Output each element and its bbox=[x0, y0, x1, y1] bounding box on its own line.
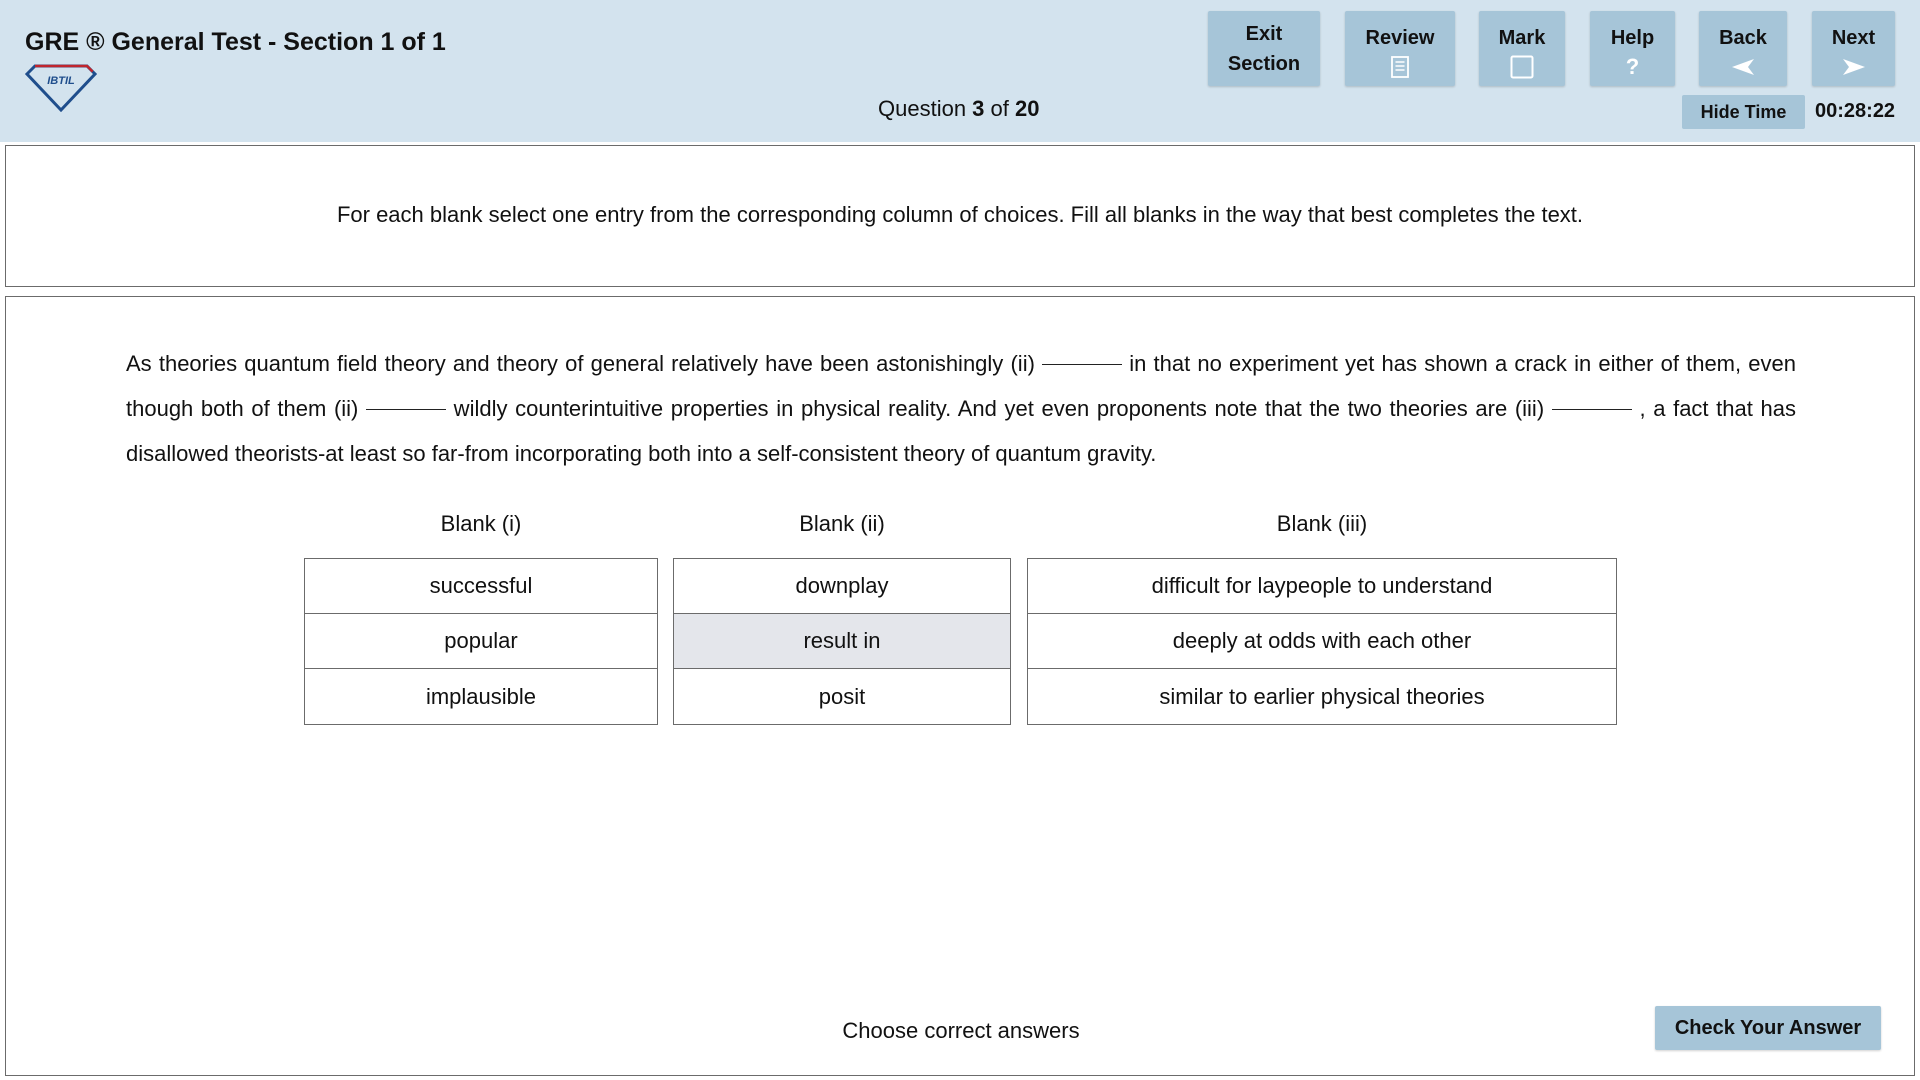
arrow-right-icon bbox=[1841, 53, 1867, 81]
back-button[interactable]: Back bbox=[1699, 11, 1787, 86]
instruction-panel: For each blank select one entry from the… bbox=[5, 145, 1915, 287]
mark-label: Mark bbox=[1498, 27, 1546, 49]
blank-i-choice[interactable]: successful bbox=[305, 559, 657, 614]
blank-line-3 bbox=[1551, 409, 1632, 410]
logo-text: IBTIL bbox=[47, 75, 75, 87]
help-label: Help bbox=[1610, 27, 1655, 49]
review-label: Review bbox=[1365, 27, 1435, 49]
blank-ii-choice[interactable]: downplay bbox=[674, 559, 1010, 614]
blank-line-1 bbox=[1042, 364, 1123, 365]
question-total: 20 bbox=[1015, 96, 1040, 121]
next-label: Next bbox=[1831, 27, 1876, 49]
arrow-left-icon bbox=[1730, 53, 1756, 81]
passage-part-1: As theories quantum field theory and the… bbox=[126, 351, 1043, 376]
help-button[interactable]: Help ? bbox=[1590, 11, 1675, 86]
exit-section-button[interactable]: Exit Section bbox=[1208, 11, 1320, 86]
blank-ii-choice[interactable]: result in bbox=[674, 614, 1010, 669]
hide-time-button[interactable]: Hide Time bbox=[1682, 95, 1805, 129]
question-mark-icon: ? bbox=[1625, 54, 1640, 79]
choose-answers-prompt: Choose correct answers bbox=[842, 1018, 1080, 1043]
blank-iii-choice[interactable]: difficult for laypeople to understand bbox=[1028, 559, 1616, 614]
question-counter-prefix: Question bbox=[878, 96, 973, 121]
blank-line-2 bbox=[366, 409, 447, 410]
blank-ii-choice[interactable]: posit bbox=[674, 669, 1010, 724]
exit-label-line1: Exit bbox=[1245, 23, 1283, 45]
ibtil-logo: IBTIL bbox=[25, 64, 97, 112]
instruction-text: For each blank select one entry from the… bbox=[336, 202, 1584, 227]
blank-i-choice[interactable]: popular bbox=[305, 614, 657, 669]
blank-i-choice[interactable]: implausible bbox=[305, 669, 657, 724]
blank-iii-choices: difficult for laypeople to understand de… bbox=[1027, 558, 1617, 725]
exit-label-line2: Section bbox=[1227, 53, 1301, 75]
exam-title: GRE ® General Test - Section 1 of 1 bbox=[25, 28, 446, 56]
passage-part-3: wildly counterintuitive properties in ph… bbox=[446, 396, 1552, 421]
blank-iii-choice[interactable]: similar to earlier physical theories bbox=[1028, 669, 1616, 724]
blank-i-choices: successful popular implausible bbox=[304, 558, 658, 725]
check-answer-button[interactable]: Check Your Answer bbox=[1655, 1006, 1881, 1050]
question-panel: As theories quantum field theory and the… bbox=[5, 296, 1915, 1076]
next-button[interactable]: Next bbox=[1812, 11, 1895, 86]
review-button[interactable]: Review bbox=[1345, 11, 1455, 86]
blank-i-header: Blank (i) bbox=[440, 511, 522, 536]
blank-ii-choices: downplay result in posit bbox=[673, 558, 1011, 725]
back-label: Back bbox=[1719, 27, 1767, 49]
checkbox-icon bbox=[1510, 53, 1534, 81]
passage-text: As theories quantum field theory and the… bbox=[126, 341, 1796, 476]
mark-button[interactable]: Mark bbox=[1479, 11, 1565, 86]
blank-ii-header: Blank (ii) bbox=[799, 511, 885, 536]
blank-iii-header: Blank (iii) bbox=[1276, 511, 1368, 536]
blank-iii-choice[interactable]: deeply at odds with each other bbox=[1028, 614, 1616, 669]
question-current: 3 bbox=[972, 96, 985, 121]
question-counter: Question 3 of 20 bbox=[878, 96, 1039, 122]
document-icon bbox=[1391, 53, 1409, 81]
question-counter-middle: of bbox=[984, 96, 1015, 121]
timer: 00:28:22 bbox=[1815, 100, 1896, 122]
logo-icon: IBTIL bbox=[25, 64, 97, 112]
header-bar: GRE ® General Test - Section 1 of 1 IBTI… bbox=[0, 0, 1920, 142]
